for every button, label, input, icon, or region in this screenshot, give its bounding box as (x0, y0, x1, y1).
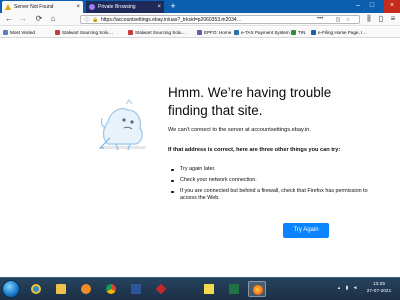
lock-icon: 🔒 (92, 17, 99, 23)
internet-explorer-icon (31, 284, 41, 294)
taskbar-app-pdf-reader[interactable] (152, 281, 170, 297)
bookmark-item[interactable]: Stalwart Sourcing Solu… (128, 27, 186, 38)
folder-icon (56, 284, 66, 294)
bookmark-folder-icon (3, 30, 8, 35)
address-bar[interactable]: ⓘ 🔒 https://accountsettings.ebay.in/uas?… (80, 15, 360, 24)
taskbar: ▴ ▮ ◄ 13:25 27-07-2021 (0, 277, 400, 300)
bookmark-item[interactable]: EPFO: Home (197, 27, 231, 38)
excel-icon (229, 284, 239, 294)
bookmark-favicon-icon (234, 30, 239, 35)
bullet-icon (171, 179, 174, 182)
taskbar-app-explorer[interactable] (52, 281, 70, 297)
close-tab-icon[interactable]: × (157, 1, 161, 13)
tab-title: Private Browsing (98, 4, 136, 10)
url-text[interactable]: https://accountsettings.ebay.in/uas?_trk… (101, 16, 311, 24)
page-actions-icon[interactable]: ••• (317, 16, 323, 23)
try-again-button[interactable]: Try Again (283, 223, 329, 238)
info-icon[interactable]: ⓘ (84, 17, 90, 23)
taskbar-app-ie[interactable] (27, 281, 45, 297)
bookmark-item[interactable]: e-TAX Payment System (234, 27, 290, 38)
maximize-button[interactable]: □ (366, 0, 378, 13)
home-button[interactable]: ⌂ (48, 14, 58, 24)
sidebar-icon[interactable]: ▯ (376, 14, 386, 24)
bookmark-favicon-icon (291, 30, 296, 35)
error-page (0, 38, 400, 277)
bookmark-label: Stalwart Sourcing Solu… (135, 30, 187, 35)
menu-icon[interactable]: ≡ (388, 14, 398, 24)
sticky-notes-icon (204, 284, 214, 294)
list-item: Check your network connection. (168, 177, 368, 184)
tip-text: Try again later. (180, 166, 216, 172)
tips-heading: If that address is correct, here are thr… (168, 147, 341, 153)
taskbar-app-firefox[interactable] (248, 281, 266, 297)
close-window-button[interactable]: × (384, 0, 400, 13)
private-mask-icon (89, 4, 95, 10)
list-item: If you are connected but behind a firewa… (168, 188, 368, 202)
bookmark-item[interactable]: e-Filing Home Page, I… (311, 27, 367, 38)
clock-date: 27-07-2021 (366, 289, 392, 294)
chrome-icon (106, 284, 116, 294)
list-item: Try again later. (168, 166, 368, 173)
tip-text: If you are connected but behind a firewa… (180, 188, 368, 201)
tab-server-not-found[interactable]: Server Not Found × (2, 1, 83, 13)
tip-text: Check your network connection. (180, 177, 257, 183)
error-message: We can’t connect to the server at accoun… (168, 127, 311, 133)
bookmark-label: EPFO: Home (204, 30, 232, 35)
back-button[interactable]: ← (4, 14, 14, 24)
close-tab-icon[interactable]: × (76, 1, 80, 13)
bookmark-favicon-icon (55, 30, 60, 35)
taskbar-app-word[interactable] (127, 281, 145, 297)
bookmark-item[interactable]: TIN (291, 27, 305, 38)
taskbar-app-excel[interactable] (225, 281, 243, 297)
firefox-icon (253, 285, 263, 295)
bookmark-favicon-icon (311, 30, 316, 35)
bookmark-item[interactable]: Stalwart Sourcing Solu… (55, 27, 113, 38)
warning-icon (5, 4, 11, 10)
bookmark-label: Stalwart Sourcing Solu… (62, 30, 114, 35)
tab-private-browsing[interactable]: Private Browsing × (86, 1, 164, 13)
reload-button[interactable]: ⟳ (34, 14, 44, 24)
taskbar-app-media-player[interactable] (77, 281, 95, 297)
word-icon (131, 284, 141, 294)
bullet-icon (171, 190, 174, 193)
taskbar-app-sticky-notes[interactable] (200, 281, 218, 297)
clock[interactable]: 13:25 27-07-2021 (364, 281, 394, 295)
forward-button[interactable]: → (18, 14, 28, 24)
tab-title: Server Not Found (14, 4, 54, 10)
library-icon[interactable]: ⫼ (364, 14, 374, 24)
bookmark-favicon-icon (197, 30, 202, 35)
bookmark-item[interactable]: Most Visited (3, 27, 35, 38)
error-illustration-icon (98, 99, 146, 151)
bookmark-favicon-icon (128, 30, 133, 35)
bookmark-label: e-Filing Home Page, I… (318, 30, 368, 35)
start-button[interactable] (2, 280, 20, 298)
new-tab-button[interactable]: + (168, 0, 178, 13)
page-title: Hmm. We’re having trouble finding that s… (168, 85, 332, 118)
bullet-icon (171, 168, 174, 171)
tips-list: Try again later. Check your network conn… (168, 166, 368, 206)
volume-icon[interactable]: ◄ (352, 285, 358, 291)
pocket-icon[interactable]: ◫ (335, 17, 341, 23)
media-player-icon (81, 284, 91, 294)
bookmark-label: Most Visited (10, 30, 35, 35)
tab-strip: Server Not Found × Private Browsing × + … (0, 0, 400, 13)
pdf-reader-icon (155, 283, 167, 295)
bookmark-label: TIN (298, 30, 306, 35)
tray-chevron-icon[interactable]: ▴ (336, 285, 342, 291)
navigation-bar: ← → ⟳ ⌂ ⓘ 🔒 https://accountsettings.ebay… (0, 13, 400, 26)
clock-time: 13:25 (372, 282, 385, 287)
taskbar-app-chrome[interactable] (102, 281, 120, 297)
network-icon[interactable]: ▮ (344, 285, 350, 291)
bookmarks-toolbar: Most Visited Stalwart Sourcing Solu… Sta… (0, 27, 400, 38)
minimize-button[interactable]: – (352, 0, 364, 13)
bookmark-star-icon[interactable]: ☆ (345, 17, 351, 23)
bookmark-label: e-TAX Payment System (241, 30, 290, 35)
